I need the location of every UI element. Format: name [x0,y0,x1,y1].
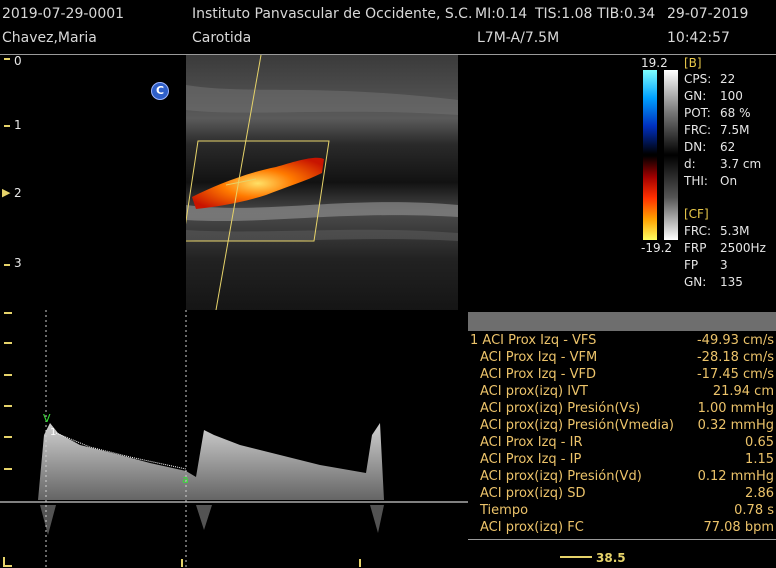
param-key: d: [684,157,696,171]
measurement-label: ACI prox(izq) Presión(Vd) [480,469,642,484]
mi-index: MI:0.14 [475,6,528,22]
tib-index: TIB:0.34 [597,6,656,22]
param-key: POT: [684,106,711,120]
measurement-row[interactable]: ACI prox(izq) IVT 21.94 cm [470,384,776,401]
param-value: 22 [720,72,736,86]
doppler-spectrum[interactable]: V a 1 [0,305,468,568]
measurement-row[interactable]: ACI prox(izq) FC 77.08 bpm [470,520,776,537]
depth-label: 1 [14,118,22,132]
bottom-scale-line [560,556,592,558]
param-value: On [720,174,738,188]
depth-tick [4,264,10,266]
measurement-value: 1.15 [745,452,774,467]
velocity-colorbar-positive [643,156,657,240]
param-value: 100 [720,89,743,103]
param-value: 3.7 cm [720,157,762,171]
param-key: THI: [684,174,708,188]
measurement-row[interactable]: Tiempo 0.78 s [470,503,776,520]
sample-marker: 1 [50,427,56,438]
bottom-scale-value: 38.5 [596,551,626,565]
param-key: CPS: [684,72,712,86]
param-key: FRC: [684,123,712,137]
measurement-value: -28.18 cm/s [696,350,774,365]
measurement-label: ACI Prox Izq - IR [480,435,583,450]
depth-tick [4,58,10,60]
exam-id: 2019-07-29-0001 [2,6,125,22]
param-value: 135 [720,275,743,289]
mode-c-marker[interactable]: C [151,82,169,100]
mode-c-label: C [155,84,165,97]
measurement-value: 21.94 cm [712,384,774,399]
param-key: FRP [684,241,707,255]
b-section-label: [B] [684,56,702,70]
measurement-row[interactable]: 1 ACI Prox Izq - VFS -49.93 cm/s [470,333,776,350]
study-name: Carotida [192,30,252,46]
param-key: GN: [684,89,707,103]
probe-name: L7M-A/7.5M [477,30,560,46]
measurement-label: ACI prox(izq) Presión(Vmedia) [480,418,675,433]
measurement-label: ACI Prox Izq - VFM [480,350,598,365]
measurement-value: 0.12 mmHg [697,469,774,484]
measurement-label: ACI Prox Izq - VFD [480,367,597,382]
measurement-label: ACI prox(izq) Presión(Vs) [480,401,641,416]
param-key: FP [684,258,699,272]
param-value: 62 [720,140,736,154]
measurement-row[interactable]: ACI prox(izq) Presión(Vs) 1.00 mmHg [470,401,776,418]
param-key: DN: [684,140,707,154]
measurement-row[interactable]: ACI Prox Izq - IR 0.65 [470,435,776,452]
depth-label: 0 [14,54,22,68]
measurement-label: ACI prox(izq) FC [480,520,584,535]
measurement-row[interactable]: ACI Prox Izq - VFM -28.18 cm/s [470,350,776,367]
peak-marker: V [43,412,51,425]
patient-name: Chavez,Maria [2,30,97,46]
measurement-value: 1.00 mmHg [697,401,774,416]
param-value: 2500Hz [720,241,766,255]
exam-time: 10:42:57 [667,30,730,46]
colorbar-top-value: 19.2 [641,56,668,70]
measurement-value: 0.32 mmHg [697,418,774,433]
cf-section-label: [CF] [684,207,709,221]
param-value: 3 [720,258,728,272]
measurement-label: Tiempo [480,503,529,518]
measurement-value: -49.93 cm/s [696,333,774,348]
measurement-row[interactable]: ACI prox(izq) Presión(Vd) 0.12 mmHg [470,469,776,486]
measurement-value: 77.08 bpm [703,520,774,535]
measurement-row[interactable]: ACI Prox Izq - VFD -17.45 cm/s [470,367,776,384]
depth-label: 3 [14,256,22,270]
param-value: 7.5M [720,123,750,137]
measurement-label: ACI prox(izq) IVT [480,384,588,399]
measurement-value: 2.86 [745,486,774,501]
tis-index: TIS:1.08 [535,6,593,22]
param-value: 68 % [720,106,751,120]
velocity-colorbar-negative [643,70,657,154]
institution-name: Instituto Panvascular de Occidente, S.C. [192,6,473,22]
end-marker: a [182,473,189,486]
measurement-panel-header [468,312,776,331]
measurement-row[interactable]: ACI prox(izq) SD 2.86 [470,486,776,503]
param-value: 5.3M [720,224,750,238]
exam-date: 29-07-2019 [667,6,749,22]
grayscale-bar [664,70,678,240]
measurement-label: ACI prox(izq) SD [480,486,586,501]
measurement-row[interactable]: ACI prox(izq) Presión(Vmedia) 0.32 mmHg [470,418,776,435]
colorbar-bottom-value: -19.2 [641,241,673,255]
param-key: GN: [684,275,707,289]
measurement-label: ACI Prox Izq - IP [480,452,582,467]
param-key: FRC: [684,224,712,238]
depth-tick [4,125,10,127]
depth-label: 2 [14,186,22,200]
bmode-image[interactable] [186,55,458,310]
measurement-value: -17.45 cm/s [696,367,774,382]
measurement-value: 0.78 s [734,503,774,518]
measurement-label: 1 ACI Prox Izq - VFS [470,333,597,348]
measurement-divider [468,539,776,540]
focus-marker[interactable]: ▶ [2,186,10,199]
measurement-value: 0.65 [745,435,774,450]
measurement-row[interactable]: ACI Prox Izq - IP 1.15 [470,452,776,469]
